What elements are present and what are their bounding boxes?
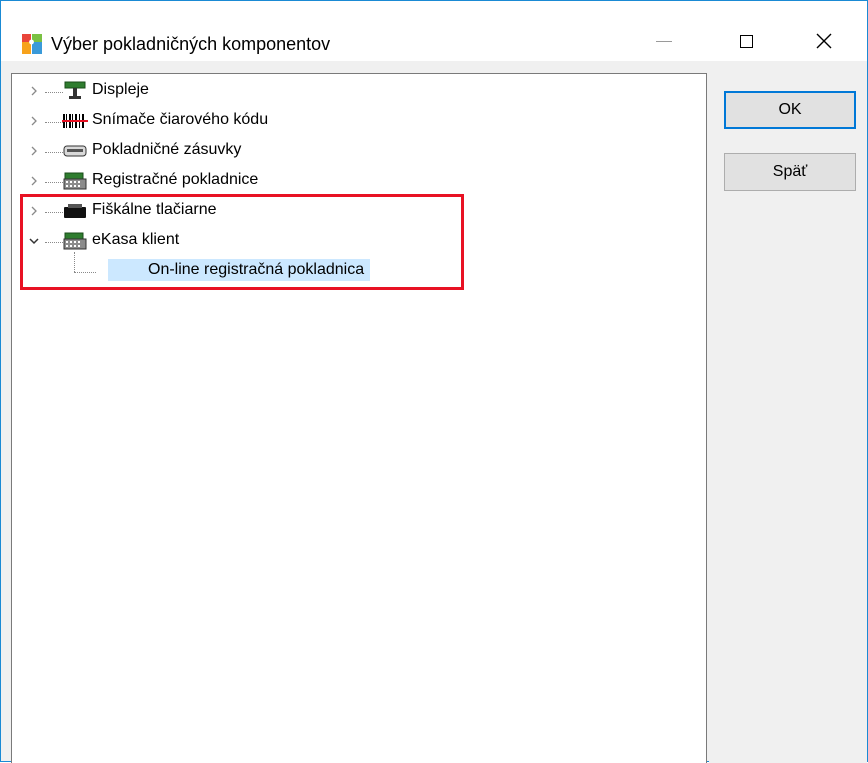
- maximize-icon: [739, 34, 753, 48]
- tree-item-label[interactable]: Pokladničné zásuvky: [92, 139, 241, 161]
- tree-line: [45, 182, 63, 183]
- close-icon: [816, 33, 832, 49]
- minimize-icon: [656, 40, 672, 42]
- close-button[interactable]: [801, 21, 847, 61]
- tree-item-label[interactable]: Snímače čiarového kódu: [92, 109, 268, 131]
- tree-line: [45, 92, 63, 93]
- cash-drawer-icon: [63, 145, 87, 157]
- chevron-right-icon[interactable]: [28, 145, 40, 157]
- tree-item-label[interactable]: Displeje: [92, 79, 149, 101]
- display-icon: [64, 81, 86, 99]
- chevron-right-icon[interactable]: [28, 175, 40, 187]
- dialog-window: Výber pokladničných komponentov Displeje: [0, 0, 868, 763]
- title-bar[interactable]: Výber pokladničných komponentov: [1, 1, 867, 61]
- ok-button[interactable]: OK: [724, 91, 856, 129]
- barcode-scanner-icon: [62, 114, 88, 128]
- window-title: Výber pokladničných komponentov: [51, 34, 331, 54]
- back-button[interactable]: Späť: [724, 153, 856, 191]
- app-puzzle-icon: [22, 34, 42, 54]
- tree-item-label[interactable]: Registračné pokladnice: [92, 169, 258, 191]
- tree-line: [45, 152, 63, 153]
- cash-register-icon: [63, 172, 87, 190]
- chevron-right-icon[interactable]: [28, 115, 40, 127]
- minimize-button[interactable]: [641, 21, 687, 61]
- component-tree[interactable]: Displeje Snímače čiarového kódu Pokladni…: [11, 73, 707, 763]
- maximize-button[interactable]: [723, 21, 769, 61]
- tree-line: [45, 122, 63, 123]
- highlight-annotation: [20, 194, 464, 290]
- chevron-right-icon[interactable]: [28, 85, 40, 97]
- button-panel: OK Späť: [709, 73, 867, 763]
